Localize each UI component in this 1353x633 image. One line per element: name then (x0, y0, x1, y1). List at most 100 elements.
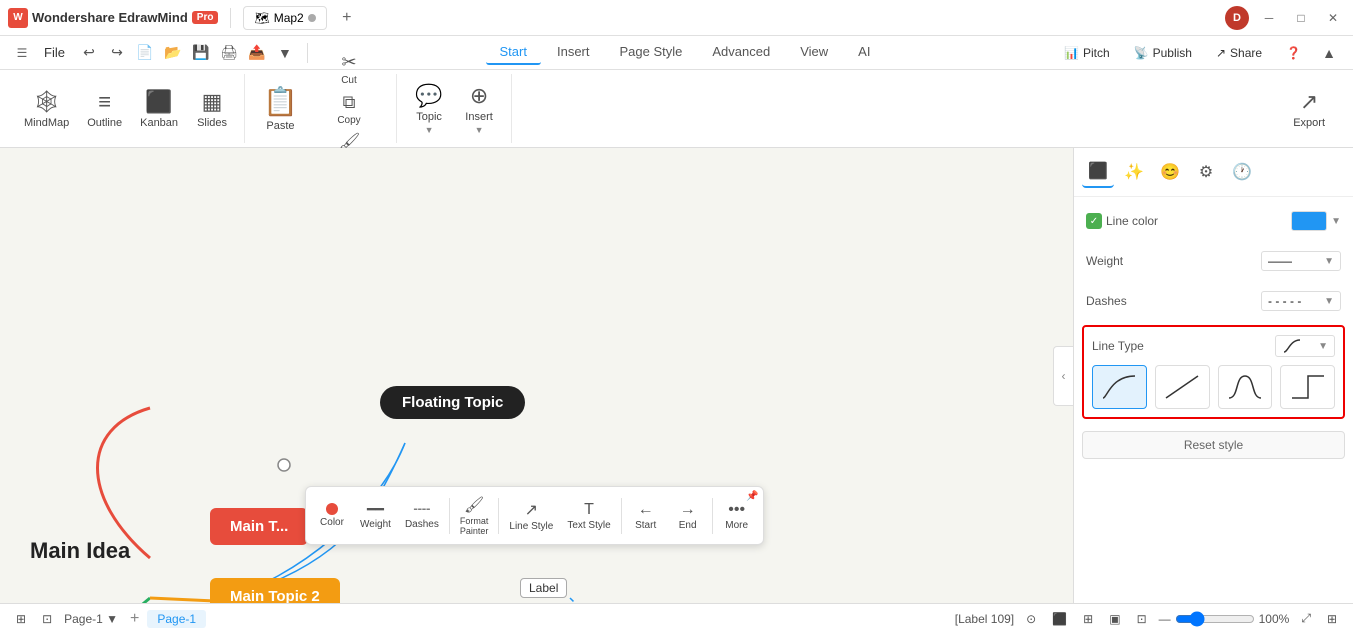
ftb-start[interactable]: ← Start (626, 497, 666, 535)
pitch-button[interactable]: 📊 Pitch (1056, 42, 1118, 64)
line-color-swatch[interactable] (1291, 211, 1327, 231)
panel-clock-button[interactable]: 🕐 (1226, 156, 1258, 188)
panel-theme-button[interactable]: ⚙ (1190, 156, 1222, 188)
status-expand-button[interactable]: ⊞ (12, 610, 30, 628)
export-label: Export (1293, 117, 1325, 129)
weight-dropdown[interactable]: —— ▼ (1261, 251, 1341, 271)
more-quick-button[interactable]: ▼ (273, 41, 297, 65)
export-button[interactable]: ↗ Export (1281, 85, 1337, 133)
ftb-fp-icon: 🖌 (464, 495, 484, 515)
minimize-button[interactable]: ─ (1257, 6, 1281, 30)
line-color-section: ✓ Line color ▼ (1082, 205, 1345, 237)
line-type-curved[interactable] (1092, 365, 1147, 409)
page-tab[interactable]: Page-1 (147, 610, 206, 628)
export-quick-button[interactable]: 📤 (245, 41, 269, 65)
dashes-label: Dashes (1086, 294, 1127, 308)
page-dropdown[interactable]: Page-1 ▼ (64, 612, 118, 626)
line-type-s-curve[interactable] (1218, 365, 1273, 409)
tab-insert[interactable]: Insert (543, 40, 604, 65)
collapse-panel-button[interactable]: ‹ (1053, 346, 1073, 406)
fullscreen-button[interactable]: ⤢ (1297, 609, 1315, 628)
tab-ai[interactable]: AI (844, 40, 884, 65)
line-color-checkbox[interactable]: ✓ (1086, 213, 1102, 229)
reset-style-button[interactable]: Reset style (1082, 431, 1345, 459)
ribbon-collapse-button[interactable]: ▲ (1317, 41, 1341, 65)
tab-start[interactable]: Start (486, 40, 541, 65)
line-type-dropdown[interactable]: ▼ (1275, 335, 1335, 357)
ftb-weight[interactable]: ━━ Weight (354, 497, 397, 534)
canvas[interactable]: Main Idea Floating Topic Main T... Main … (0, 148, 1073, 603)
save-button[interactable]: 💾 (189, 41, 213, 65)
maximize-button[interactable]: □ (1289, 6, 1313, 30)
cut-icon: ✂ (341, 52, 356, 73)
outline-button[interactable]: ≡ Outline (79, 85, 130, 133)
label-box[interactable]: Label (520, 578, 567, 598)
paste-button[interactable]: 📋 Paste (253, 81, 308, 136)
status-btn-2[interactable]: ⬛ (1048, 610, 1071, 628)
panel-ai-button[interactable]: ✨ (1118, 156, 1150, 188)
new-tab-button[interactable]: + (335, 6, 359, 30)
topic-button[interactable]: 💬 Topic ▼ (405, 79, 453, 139)
floating-topic[interactable]: Floating Topic (380, 386, 525, 419)
line-type-elbow[interactable] (1280, 365, 1335, 409)
tab-view[interactable]: View (786, 40, 842, 65)
dashes-dropdown[interactable]: - - - - - ▼ (1261, 291, 1341, 311)
ftb-text-style[interactable]: T Text Style (561, 497, 616, 535)
export-group: ↗ Export (1273, 74, 1345, 143)
print-button[interactable]: 🖨 (217, 41, 241, 65)
status-btn-5[interactable]: ⊡ (1133, 610, 1151, 628)
user-avatar[interactable]: D (1225, 6, 1249, 30)
ftb-dashes[interactable]: ╌╌ Dashes (399, 497, 445, 534)
map-tab[interactable]: 🗺 Map2 (243, 6, 326, 30)
redo-button[interactable]: ↪ (105, 41, 129, 65)
tab-page-style[interactable]: Page Style (606, 40, 697, 65)
copy-label: Copy (337, 115, 360, 126)
start-icon: ← (638, 501, 654, 519)
mindmap-button[interactable]: 🕸 MindMap (16, 85, 77, 133)
status-btn-4[interactable]: ▣ (1105, 610, 1124, 628)
layout-button[interactable]: ⊞ (1323, 610, 1341, 628)
main-topic-1[interactable]: Main T... (210, 508, 308, 545)
main-topic-2[interactable]: Main Topic 2 (210, 578, 340, 603)
insert-button[interactable]: ⊕ Insert ▼ (455, 79, 503, 139)
line-color-control: ▼ (1291, 211, 1341, 231)
publish-button[interactable]: 📡 Publish (1126, 42, 1200, 64)
ftb-fp-label: Format Painter (460, 516, 489, 536)
help-button[interactable]: ❓ (1278, 42, 1309, 64)
copy-button[interactable]: ⧉ Copy (310, 90, 388, 128)
share-button[interactable]: ↗ Share (1208, 42, 1270, 64)
status-view-button[interactable]: ⊡ (38, 610, 56, 628)
line-type-straight[interactable] (1155, 365, 1210, 409)
ftb-line-style[interactable]: ↗ Line Style (503, 496, 559, 536)
pro-badge: Pro (192, 11, 219, 24)
close-button[interactable]: ✕ (1321, 6, 1345, 30)
ftb-end[interactable]: → End (668, 497, 708, 535)
line-color-label-group: ✓ Line color (1086, 213, 1158, 229)
publish-label: Publish (1153, 46, 1192, 60)
collapse-ribbon-button[interactable]: ☰ (12, 43, 32, 63)
line-style-icon: ↗ (525, 500, 538, 520)
zoom-slider[interactable] (1175, 611, 1255, 627)
menu-bar: ☰ File ↩ ↪ 📄 📂 💾 🖨 📤 ▼ Start Insert Page… (0, 36, 1353, 70)
panel-format-button[interactable]: ⬛ (1082, 156, 1114, 188)
status-btn-3[interactable]: ⊞ (1079, 610, 1097, 628)
tab-advanced[interactable]: Advanced (698, 40, 784, 65)
ftb-format-painter[interactable]: 🖌 Format Painter (454, 491, 495, 540)
new-button[interactable]: 📄 (133, 41, 157, 65)
paste-label: Paste (266, 120, 294, 132)
pin-icon[interactable]: 📌 (746, 491, 758, 502)
slides-button[interactable]: ▦ Slides (188, 85, 236, 133)
ftb-color[interactable]: Color (312, 499, 352, 532)
zoom-minus[interactable]: — (1159, 612, 1171, 626)
add-page-button[interactable]: + (130, 610, 139, 628)
outline-label: Outline (87, 117, 122, 129)
fit-view-button[interactable]: ⊙ (1022, 610, 1040, 628)
open-button[interactable]: 📂 (161, 41, 185, 65)
panel-emoji-button[interactable]: 😊 (1154, 156, 1186, 188)
file-menu[interactable]: File (36, 41, 73, 64)
kanban-button[interactable]: ⬛ Kanban (132, 85, 186, 133)
weight-icon: ━━ (367, 501, 384, 518)
undo-button[interactable]: ↩ (77, 41, 101, 65)
cut-button[interactable]: ✂ Cut (310, 50, 388, 88)
ftb-more[interactable]: ••• More (717, 497, 757, 535)
